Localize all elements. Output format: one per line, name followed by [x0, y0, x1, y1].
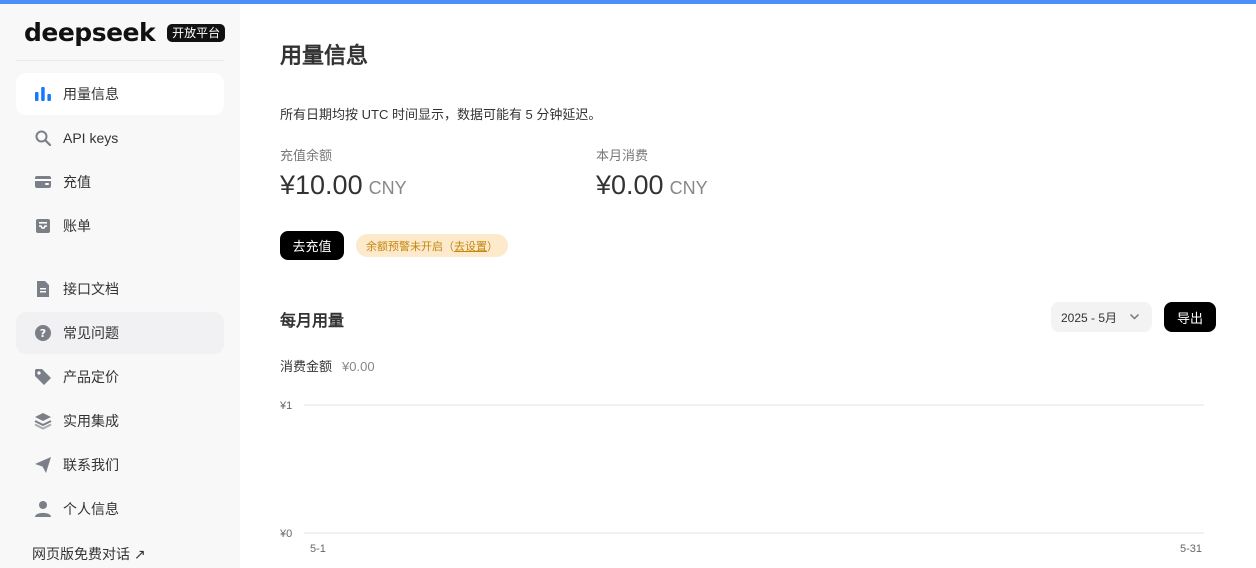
monthly-spend-label: 本月消费 [596, 148, 649, 163]
tag-icon [32, 366, 54, 388]
sidebar-item-api-docs[interactable]: 接口文档 [16, 268, 224, 310]
sidebar-item-label: 联系我们 [63, 457, 119, 473]
sidebar-item-faq[interactable]: ? 常见问题 [16, 312, 224, 354]
sidebar-item-label: 充值 [63, 174, 91, 190]
web-chat-label: 网页版免费对话 ↗ [32, 546, 146, 562]
y-tick-label: ¥0 [280, 528, 292, 540]
main-content: 用量信息 所有日期均按 UTC 时间显示，数据可能有 5 分钟延迟。 充值余额 … [280, 4, 1216, 568]
balance-warning-badge: 余额预警未开启（ 去设置） [356, 234, 508, 257]
document-icon [32, 278, 54, 300]
help-icon: ? [32, 322, 54, 344]
recharge-button[interactable]: 去充值 [280, 231, 344, 260]
timezone-notice: 所有日期均按 UTC 时间显示，数据可能有 5 分钟延迟。 [280, 107, 602, 122]
sidebar-item-profile[interactable]: 个人信息 [16, 488, 224, 530]
monthly-spend-value: ¥0.00 [596, 170, 664, 200]
balance-stat: 充值余额 ¥10.00 CNY [280, 145, 407, 201]
sidebar-item-label: 账单 [63, 218, 91, 234]
balance-value: ¥10.00 [280, 170, 363, 200]
x-tick-label: 5-1 [310, 543, 326, 555]
warning-settings-link[interactable]: 去设置 [454, 238, 487, 254]
consumption-value: ¥0.00 [342, 359, 375, 374]
y-tick-label: ¥1 [280, 400, 292, 412]
layers-icon [32, 410, 54, 432]
month-select[interactable]: 2025 - 5月 [1051, 302, 1152, 332]
sidebar-item-api-keys[interactable]: API keys [16, 117, 224, 159]
month-select-value: 2025 - 5月 [1061, 310, 1118, 325]
consumption-label: 消费金额 [280, 359, 333, 374]
sidebar-item-label: 产品定价 [63, 369, 119, 385]
export-button[interactable]: 导出 [1164, 302, 1216, 332]
monthly-spend-unit: CNY [669, 178, 708, 198]
sidebar-item-label: 实用集成 [63, 413, 119, 429]
sidebar: deepseek 开放平台 用量信息 API keys 充值 账单 接口文档 ? [0, 4, 240, 568]
x-tick-label: 5-31 [1180, 543, 1202, 555]
user-icon [32, 498, 54, 520]
sidebar-item-label: 常见问题 [63, 325, 119, 341]
bar-chart-icon [32, 83, 54, 105]
web-chat-link[interactable]: 网页版免费对话 ↗ [32, 544, 146, 564]
sidebar-item-label: 用量信息 [63, 86, 119, 102]
sidebar-item-label: 接口文档 [63, 281, 119, 297]
balance-label: 充值余额 [280, 148, 333, 163]
balance-unit: CNY [368, 178, 407, 198]
sidebar-item-label: 个人信息 [63, 501, 119, 517]
sidebar-item-contact[interactable]: 联系我们 [16, 444, 224, 486]
brand[interactable]: deepseek 开放平台 [24, 18, 226, 47]
chevron-down-icon [1129, 311, 1140, 325]
search-key-icon [32, 127, 54, 149]
send-icon [32, 454, 54, 476]
sidebar-item-pricing[interactable]: 产品定价 [16, 356, 224, 398]
sidebar-item-label: API keys [63, 130, 119, 146]
page-title: 用量信息 [280, 43, 369, 68]
divider [16, 60, 224, 61]
sidebar-item-usage[interactable]: 用量信息 [16, 73, 224, 115]
monthly-spend-stat: 本月消费 ¥0.00 CNY [596, 145, 708, 201]
consumption-summary: 消费金额 ¥0.00 [280, 356, 375, 375]
wallet-icon [32, 171, 54, 193]
sidebar-item-recharge[interactable]: 充值 [16, 161, 224, 203]
svg-text:?: ? [40, 327, 46, 340]
usage-chart: ¥1 ¥0 5-1 5-31 [280, 400, 1204, 555]
sidebar-item-bills[interactable]: 账单 [16, 205, 224, 247]
sidebar-item-integrations[interactable]: 实用集成 [16, 400, 224, 442]
logo: deepseek [24, 18, 156, 47]
monthly-usage-title: 每月用量 [280, 313, 345, 330]
platform-badge: 开放平台 [167, 23, 226, 42]
inbox-icon [32, 215, 54, 237]
